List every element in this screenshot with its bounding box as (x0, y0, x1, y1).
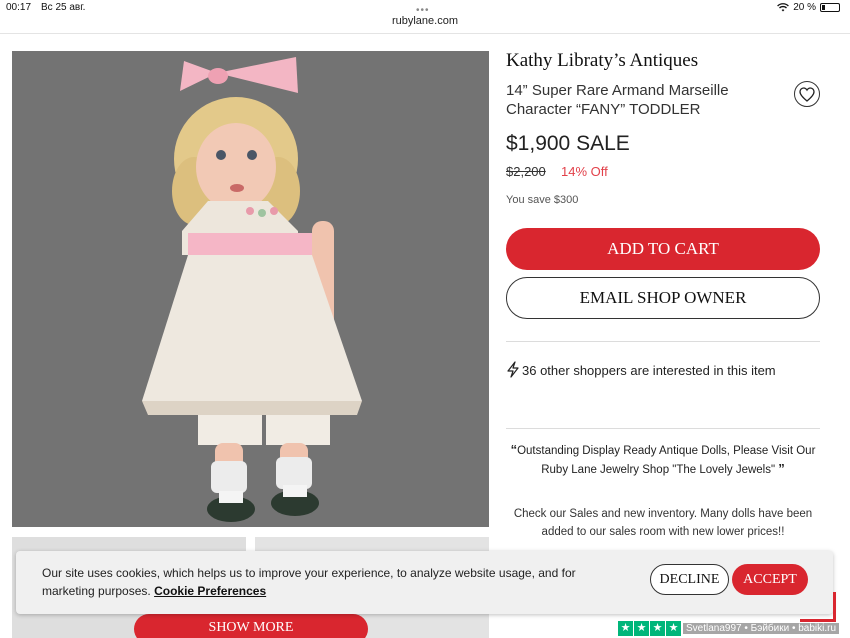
original-price: $2,200 (506, 164, 546, 179)
star-icon: ★ (650, 621, 665, 636)
product-main-image[interactable] (12, 51, 489, 527)
quote-text: Outstanding Display Ready Antique Dolls,… (517, 445, 816, 476)
battery-percent: 20 % (793, 2, 816, 13)
accept-cookies-button[interactable]: ACCEPT (732, 564, 808, 595)
product-title: 14” Super Rare Armand Marseille Characte… (506, 82, 729, 118)
star-icon: ★ (634, 621, 649, 636)
shop-quote: “Outstanding Display Ready Antique Dolls… (506, 441, 820, 479)
interest-notice: 36 other shoppers are interested in this… (506, 361, 806, 381)
status-right: 20 % (777, 2, 840, 13)
address-bar-url[interactable]: rubylane.com (0, 15, 850, 27)
wifi-icon (777, 3, 790, 12)
email-shop-owner-button[interactable]: EMAIL SHOP OWNER (506, 277, 820, 319)
star-icon: ★ (618, 621, 633, 636)
cookie-preferences-link[interactable]: Cookie Preferences (154, 584, 266, 598)
cookie-banner: Our site uses cookies, which helps us to… (16, 551, 833, 614)
cookie-message: Our site uses cookies, which helps us to… (42, 564, 612, 600)
status-time: 00:17 (6, 2, 32, 13)
show-more-button[interactable]: SHOW MORE (134, 614, 368, 638)
discount-badge: 14% Off (561, 164, 608, 179)
sale-price: $1,900 SALE (506, 132, 630, 155)
shop-name[interactable]: Kathy Libraty’s Antiques (506, 50, 698, 72)
toolbar-divider (0, 33, 850, 34)
quote-close-mark: ” (778, 461, 785, 476)
status-date: Вс 25 авг. (41, 2, 86, 13)
trustpilot-stars: ★ ★ ★ ★ (618, 621, 681, 636)
lightning-icon (507, 361, 519, 378)
shop-note: Check our Sales and new inventory. Many … (513, 508, 813, 538)
divider (506, 341, 820, 342)
add-to-cart-button[interactable]: ADD TO CART (506, 228, 820, 270)
favorite-button[interactable] (794, 81, 820, 107)
battery-icon (820, 3, 840, 12)
doll-image (142, 57, 362, 522)
divider (506, 428, 820, 429)
star-icon: ★ (666, 621, 681, 636)
heart-icon (799, 86, 815, 102)
cookie-text: Our site uses cookies, which helps us to… (42, 566, 576, 598)
savings-text: You save $300 (506, 194, 579, 206)
interest-text: 36 other shoppers are interested in this… (522, 363, 776, 378)
back-to-top-tab[interactable] (800, 592, 836, 622)
decline-cookies-button[interactable]: DECLINE (650, 564, 729, 595)
watermark: Svetlana997 • Бэйбики • babiki.ru (683, 623, 840, 634)
